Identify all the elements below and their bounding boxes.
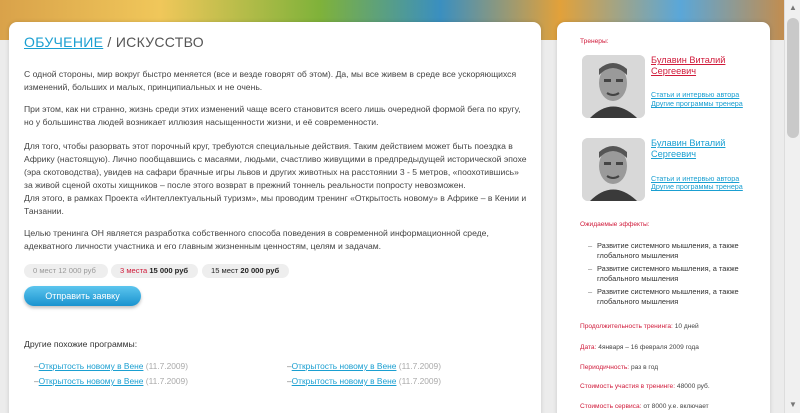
- article-paragraph: Целью тренинга ОН является разработка со…: [24, 228, 489, 251]
- similar-programs-title: Другие похожие программы:: [24, 339, 138, 349]
- trainer-programs-link[interactable]: Другие программы тренера: [651, 99, 743, 108]
- article-paragraph: Для того, чтобы разорвать этот порочный …: [24, 140, 529, 218]
- price-option[interactable]: 3 места 15 000 руб: [111, 264, 198, 278]
- scroll-up-arrow-icon[interactable]: ▲: [785, 0, 800, 16]
- trainer-programs-link[interactable]: Другие программы тренера: [651, 182, 743, 191]
- similar-program-item: –Открытость новому в Вене (11.7.2009): [287, 376, 441, 386]
- breadcrumb-current: ИСКУССТВО: [115, 34, 204, 50]
- breadcrumb-link-education[interactable]: ОБУЧЕНИЕ: [24, 34, 103, 50]
- cost-info: Стоимость участия в тренинге: 48000 руб.: [580, 383, 710, 390]
- breadcrumb-separator: /: [103, 34, 116, 50]
- effect-list-item: – Развитие системного мышления, а также г…: [588, 241, 739, 260]
- trainer-articles-link[interactable]: Статьи и интервью автора: [651, 90, 739, 99]
- similar-program-item: –Открытость новому в Вене (11.7.2009): [34, 361, 188, 371]
- scrollbar-thumb[interactable]: [787, 18, 799, 138]
- price-option[interactable]: 0 мест 12 000 руб: [24, 264, 108, 278]
- article-text: Для того, чтобы разорвать этот порочный …: [24, 141, 527, 190]
- similar-program-item: –Открытость новому в Вене (11.7.2009): [34, 376, 188, 386]
- similar-program-item: –Открытость новому в Вене (11.7.2009): [287, 361, 441, 371]
- price-option[interactable]: 15 мест 20 000 руб: [202, 264, 289, 278]
- similar-program-link[interactable]: Открытость новому в Вене: [39, 376, 144, 386]
- submit-application-button[interactable]: Отправить заявку: [24, 286, 141, 306]
- scroll-down-arrow-icon[interactable]: ▼: [785, 397, 800, 413]
- similar-program-link[interactable]: Открытость новому в Вене: [39, 361, 144, 371]
- duration-info: Продолжительность тренинга: 10 дней: [580, 323, 699, 330]
- article-text: Для этого, в рамках Проекта «Интеллектуа…: [24, 193, 527, 216]
- trainer-photo[interactable]: [582, 55, 645, 118]
- expected-effects-label: Ожидаемые эффекты:: [580, 221, 650, 228]
- vertical-scrollbar[interactable]: ▲ ▼: [784, 0, 800, 413]
- trainer-name-link[interactable]: Булавин Виталий Сергеевич: [651, 138, 741, 160]
- effect-list-item: – Развитие системного мышления, а также г…: [588, 287, 739, 306]
- trainer-name-link[interactable]: Булавин Виталий Сергеевич: [651, 55, 741, 77]
- frequency-info: Периодичность: раз в год: [580, 364, 659, 371]
- trainer-photo[interactable]: [582, 138, 645, 201]
- date-info: Дата: 4января – 16 февраля 2009 года: [580, 344, 699, 351]
- page-title: ОБУЧЕНИЕ / ИСКУССТВО: [24, 34, 204, 50]
- article-paragraph: При этом, как ни странно, жизнь среди эт…: [24, 104, 521, 127]
- trainers-label: Тренеры:: [580, 38, 609, 45]
- similar-program-link[interactable]: Открытость новому в Вене: [292, 376, 397, 386]
- effect-list-item: – Развитие системного мышления, а также г…: [588, 264, 739, 283]
- similar-program-link[interactable]: Открытость новому в Вене: [292, 361, 397, 371]
- service-cost-info: Стоимость сервиса: от 8000 у.е. включает: [580, 403, 709, 410]
- article-paragraph: С одной стороны, мир вокруг быстро меняе…: [24, 69, 517, 92]
